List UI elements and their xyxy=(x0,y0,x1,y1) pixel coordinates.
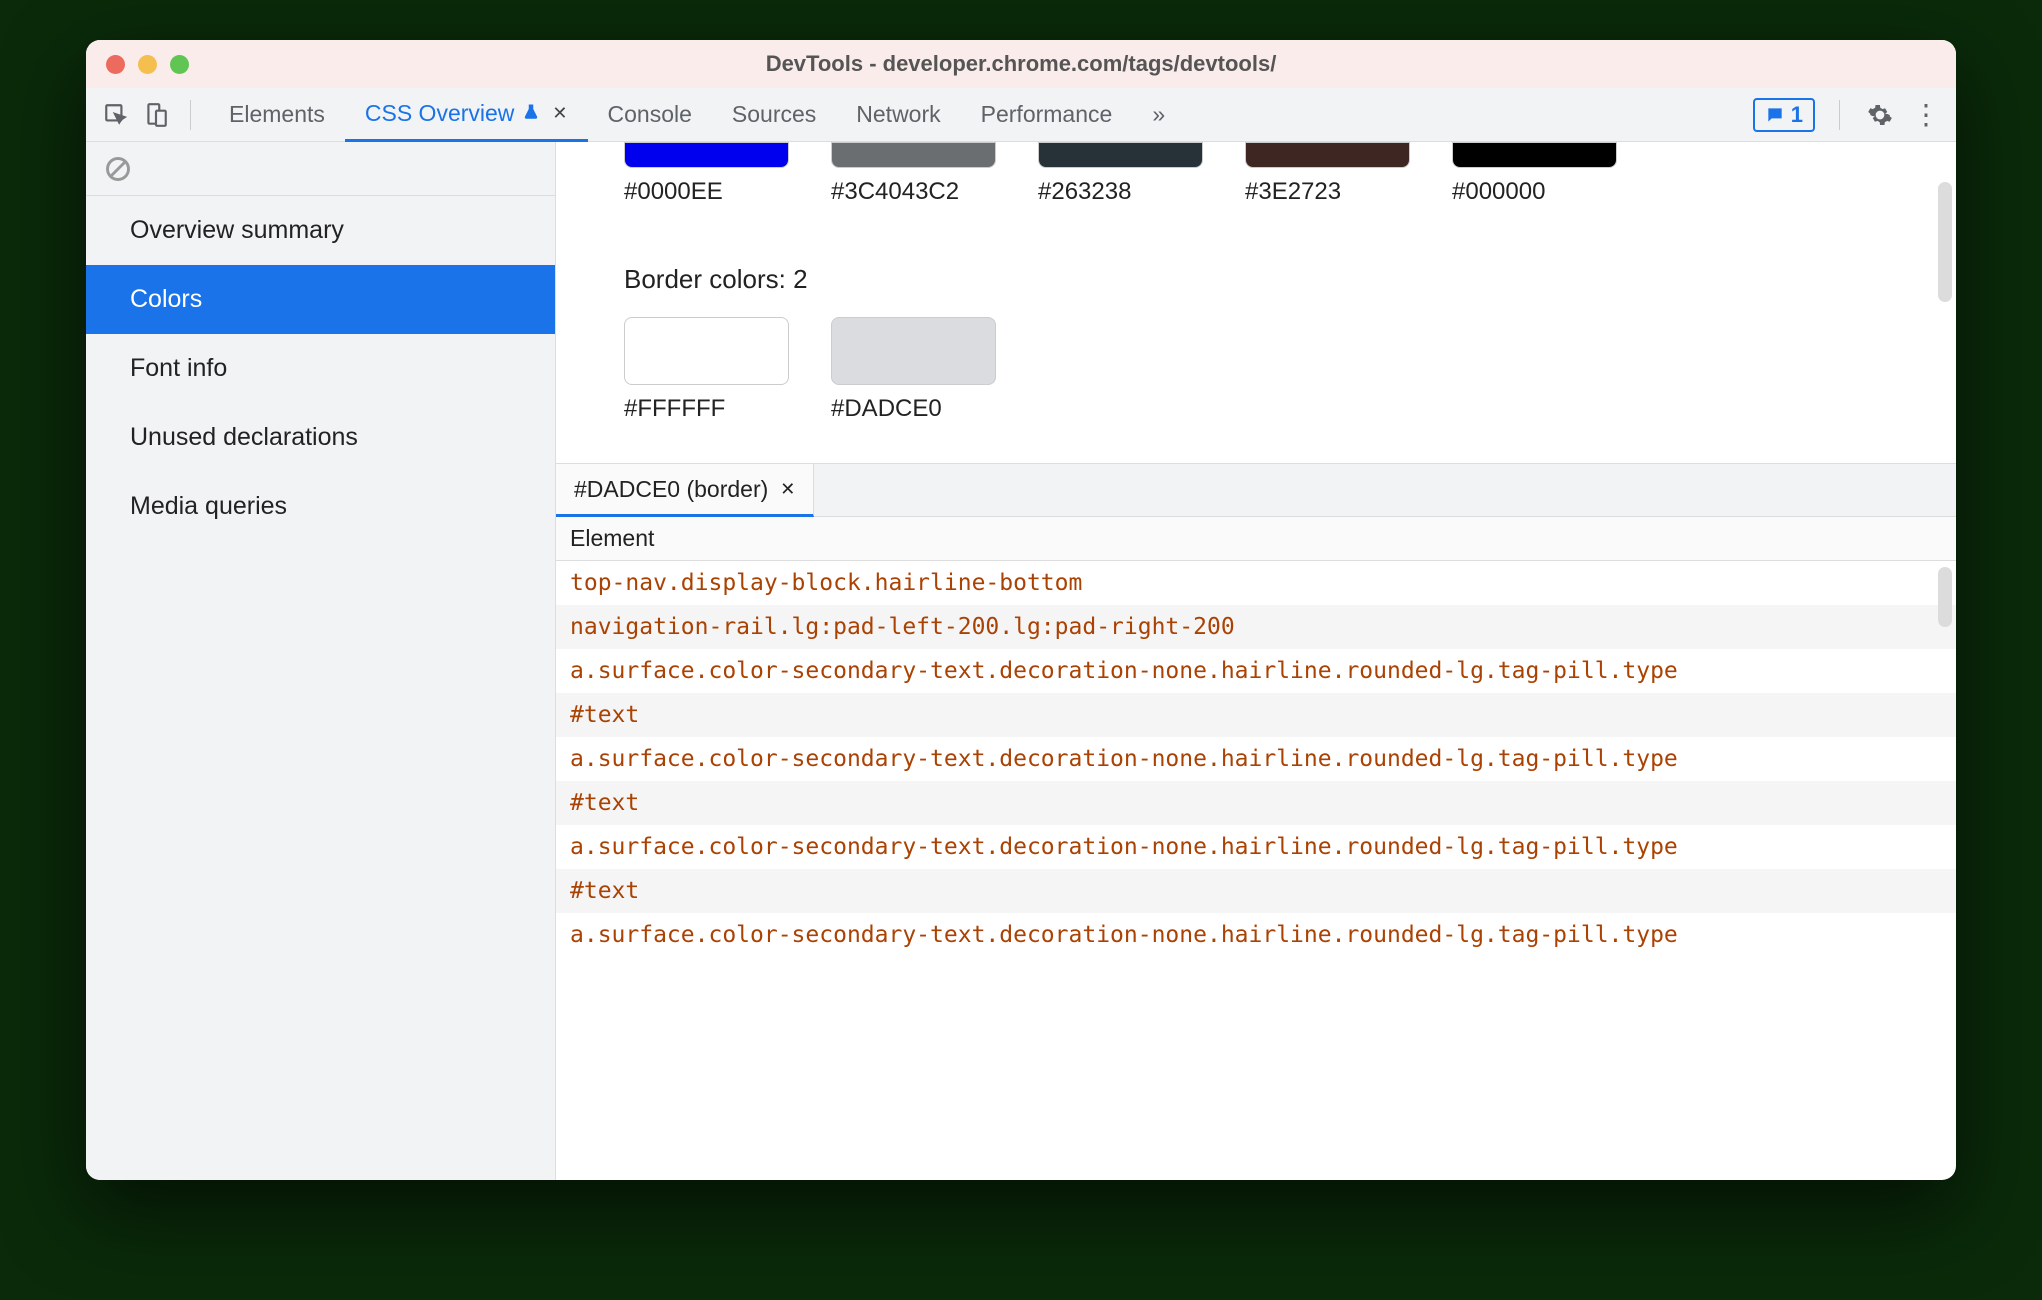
color-swatch xyxy=(624,317,789,385)
tab-label: CSS Overview xyxy=(365,100,515,127)
element-row[interactable]: a.surface.color-secondary-text.decoratio… xyxy=(556,649,1956,693)
tab-elements[interactable]: Elements xyxy=(209,88,345,141)
element-row[interactable]: #text xyxy=(556,869,1956,913)
color-label: #0000EE xyxy=(624,178,723,206)
tab-performance[interactable]: Performance xyxy=(961,88,1133,141)
issues-badge[interactable]: 1 xyxy=(1753,98,1815,132)
swatches-border: #FFFFFF #DADCE0 xyxy=(624,317,1888,423)
color-label: #3C4043C2 xyxy=(831,178,959,206)
color-label: #000000 xyxy=(1452,178,1545,206)
settings-icon[interactable] xyxy=(1864,99,1896,131)
close-window-button[interactable] xyxy=(106,55,125,74)
sidebar-item-colors[interactable]: Colors xyxy=(86,265,555,334)
swatch[interactable]: #FFFFFF xyxy=(624,317,789,423)
sidebar-item-unused[interactable]: Unused declarations xyxy=(86,403,555,472)
color-swatch xyxy=(831,142,996,168)
swatch[interactable]: #DADCE0 xyxy=(831,317,996,423)
swatch[interactable]: #3E2723 xyxy=(1245,142,1410,206)
element-row[interactable]: #text xyxy=(556,781,1956,825)
scrollbar[interactable] xyxy=(1938,182,1952,302)
swatch[interactable]: #000000 xyxy=(1452,142,1617,206)
separator xyxy=(1839,100,1840,130)
border-colors-title: Border colors: 2 xyxy=(624,264,1888,295)
elements-list: top-nav.display-block.hairline-bottom na… xyxy=(556,561,1956,1180)
experiment-icon xyxy=(522,100,540,127)
element-row[interactable]: a.surface.color-secondary-text.decoratio… xyxy=(556,825,1956,869)
table-header: Element xyxy=(556,517,1956,561)
traffic-lights xyxy=(106,55,189,74)
devtools-window: DevTools - developer.chrome.com/tags/dev… xyxy=(86,40,1956,1180)
colors-section: #0000EE #3C4043C2 #263238 #3E2723 xyxy=(556,142,1956,463)
close-tab-icon[interactable]: ✕ xyxy=(780,479,795,500)
color-label: #DADCE0 xyxy=(831,395,942,423)
issues-count: 1 xyxy=(1791,102,1803,128)
color-label: #FFFFFF xyxy=(624,395,725,423)
sidebar-item-font[interactable]: Font info xyxy=(86,334,555,403)
swatch[interactable]: #0000EE xyxy=(624,142,789,206)
panel-tabs: Elements CSS Overview ✕ Console Sources … xyxy=(209,88,1185,141)
inspect-icon[interactable] xyxy=(100,99,132,131)
color-swatch xyxy=(1038,142,1203,168)
element-row[interactable]: navigation-rail.lg:pad-left-200.lg:pad-r… xyxy=(556,605,1956,649)
more-menu-icon[interactable]: ⋮ xyxy=(1910,99,1942,131)
swatches-top: #0000EE #3C4043C2 #263238 #3E2723 xyxy=(624,142,1888,206)
element-row[interactable]: top-nav.display-block.hairline-bottom xyxy=(556,561,1956,605)
element-row[interactable]: a.surface.color-secondary-text.decoratio… xyxy=(556,913,1956,957)
toolbar-right: 1 ⋮ xyxy=(1753,98,1942,132)
color-label: #263238 xyxy=(1038,178,1131,206)
device-toggle-icon[interactable] xyxy=(140,99,172,131)
color-swatch xyxy=(1245,142,1410,168)
close-tab-icon[interactable]: ✕ xyxy=(552,103,567,124)
tab-sources[interactable]: Sources xyxy=(712,88,836,141)
tab-console[interactable]: Console xyxy=(588,88,712,141)
sidebar: Overview summary Colors Font info Unused… xyxy=(86,142,556,1180)
tab-network[interactable]: Network xyxy=(836,88,960,141)
color-swatch xyxy=(1452,142,1617,168)
detail-tab-selected-color[interactable]: #DADCE0 (border) ✕ xyxy=(556,464,814,517)
sidebar-item-media[interactable]: Media queries xyxy=(86,472,555,541)
swatch[interactable]: #3C4043C2 xyxy=(831,142,996,206)
tab-more[interactable]: » xyxy=(1132,88,1185,141)
sidebar-item-overview[interactable]: Overview summary xyxy=(86,196,555,265)
clear-overview-button[interactable] xyxy=(86,142,555,196)
color-swatch xyxy=(624,142,789,168)
swatch[interactable]: #263238 xyxy=(1038,142,1203,206)
window-title: DevTools - developer.chrome.com/tags/dev… xyxy=(86,51,1956,77)
element-row[interactable]: #text xyxy=(556,693,1956,737)
body: Overview summary Colors Font info Unused… xyxy=(86,142,1956,1180)
detail-tabs: #DADCE0 (border) ✕ xyxy=(556,463,1956,517)
color-swatch xyxy=(831,317,996,385)
minimize-window-button[interactable] xyxy=(138,55,157,74)
scrollbar[interactable] xyxy=(1938,567,1952,627)
color-label: #3E2723 xyxy=(1245,178,1341,206)
element-row[interactable]: a.surface.color-secondary-text.decoratio… xyxy=(556,737,1956,781)
titlebar: DevTools - developer.chrome.com/tags/dev… xyxy=(86,40,1956,88)
separator xyxy=(190,100,191,130)
tab-css-overview[interactable]: CSS Overview ✕ xyxy=(345,88,588,142)
main-toolbar: Elements CSS Overview ✕ Console Sources … xyxy=(86,88,1956,142)
main-panel: #0000EE #3C4043C2 #263238 #3E2723 xyxy=(556,142,1956,1180)
detail-tab-label: #DADCE0 (border) xyxy=(574,476,768,503)
zoom-window-button[interactable] xyxy=(170,55,189,74)
